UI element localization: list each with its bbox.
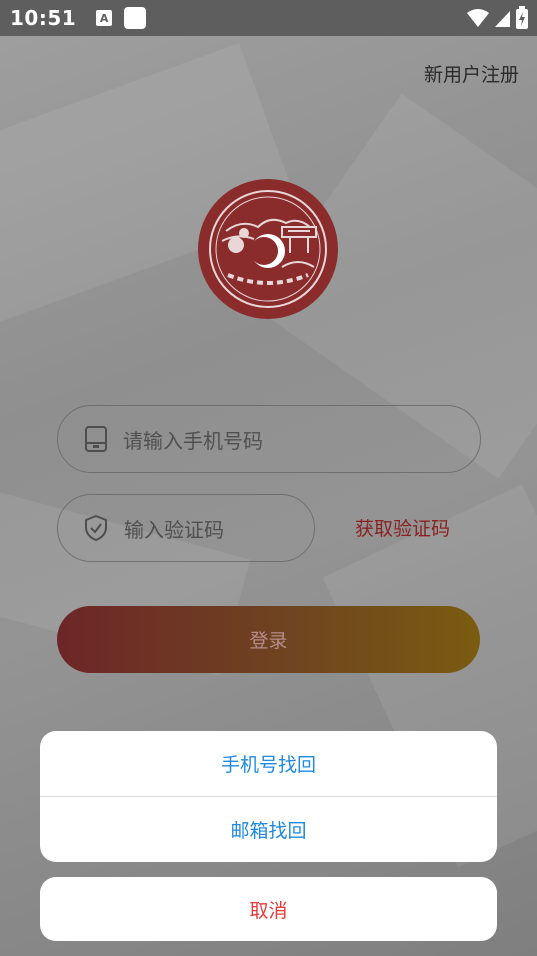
- cancel-button[interactable]: 取消: [40, 877, 497, 941]
- code-placeholder: 输入验证码: [124, 517, 224, 542]
- notification-a-icon: A: [96, 10, 113, 26]
- notification-square-icon: [124, 7, 147, 29]
- cell-signal-icon: [495, 11, 510, 27]
- phone-icon: [85, 426, 107, 452]
- app-logo: [198, 179, 338, 319]
- recovery-action-sheet: 手机号找回 邮箱找回: [40, 731, 497, 862]
- get-code-button[interactable]: 获取验证码: [355, 514, 450, 541]
- app-logo-emblem-icon: [209, 190, 327, 308]
- phone-placeholder: 请输入手机号码: [123, 428, 263, 453]
- shield-check-icon: [85, 515, 107, 541]
- recover-by-email-option[interactable]: 邮箱找回: [40, 797, 497, 862]
- phone-input[interactable]: 请输入手机号码: [57, 405, 481, 473]
- battery-charging-icon: [516, 6, 528, 29]
- status-icons: [467, 6, 529, 30]
- register-link[interactable]: 新用户注册: [424, 60, 519, 87]
- recover-by-phone-option[interactable]: 手机号找回: [40, 731, 497, 796]
- verification-code-input[interactable]: 输入验证码: [57, 494, 315, 562]
- login-button[interactable]: 登录: [57, 606, 480, 673]
- status-bar: 10:51 A: [0, 0, 537, 36]
- wifi-icon: [467, 9, 489, 27]
- status-time: 10:51: [10, 6, 77, 30]
